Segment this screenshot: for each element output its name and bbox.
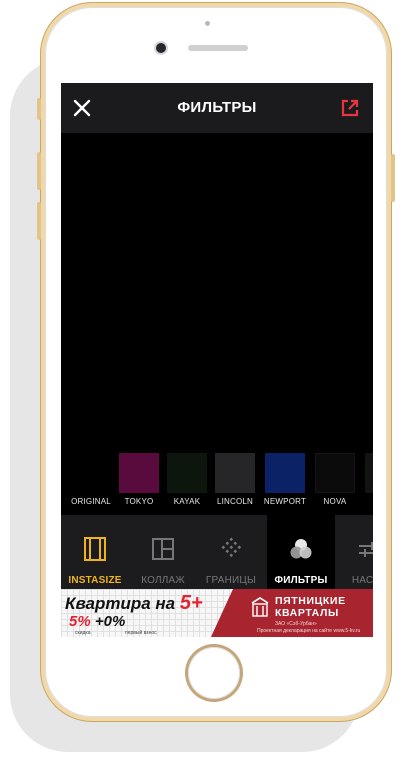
ad-headline-text: Квартира на (65, 594, 180, 613)
front-camera (156, 43, 166, 53)
tool-instasize[interactable]: INSTASIZE (61, 515, 129, 589)
ad-brand-line-2: КВАРТАЛЫ (275, 607, 339, 619)
filters-icon (290, 539, 312, 559)
filter-item-nova[interactable]: NOVA (313, 453, 357, 506)
ad-discount-caption: скидка (75, 630, 91, 636)
filter-swatch (71, 453, 111, 493)
ad-downpayment-caption: первый взнос (125, 630, 157, 636)
export-icon (341, 99, 359, 117)
ad-brand-line-1: ПЯТНИЦКИЕ (275, 595, 346, 607)
filter-label: TOKYO (124, 497, 154, 506)
earpiece-speaker (188, 45, 248, 51)
ad-banner[interactable]: Квартира на 5+ 5% +0% скидка первый взно… (61, 589, 373, 637)
filter-swatch (365, 453, 373, 493)
tool-label: КОЛЛАЖ (141, 575, 185, 586)
ad-downpayment: +0% (94, 613, 126, 630)
home-button[interactable] (188, 647, 240, 699)
ad-offer-panel: Квартира на 5+ 5% +0% скидка первый взно… (61, 589, 231, 637)
tool-filters[interactable]: ФИЛЬТРЫ (267, 515, 335, 589)
ad-declaration: Проектная декларация на сайте www.5-kv.r… (257, 628, 361, 634)
filter-item-original[interactable]: ORIGINAL (69, 453, 113, 506)
filter-label: ORIGINAL (71, 497, 111, 506)
tool-collage[interactable]: КОЛЛАЖ (129, 515, 197, 589)
page-title: ФИЛЬТРЫ (177, 99, 257, 116)
tool-label: ФИЛЬТРЫ (274, 575, 328, 586)
filter-item-kayak[interactable]: KAYAK (165, 453, 209, 506)
filter-item-lincoln[interactable]: LINCOLN (213, 453, 257, 506)
tool-adjust[interactable]: НАСТР (335, 515, 373, 589)
filter-swatch (315, 453, 355, 493)
building-logo-icon (251, 597, 269, 617)
frame-icon (84, 537, 106, 561)
borders-icon (221, 537, 242, 558)
ad-discount: 5% (69, 613, 91, 630)
filter-item-partial[interactable] (363, 453, 373, 493)
ad-company: ЗАО «Сэб-Урбан» (275, 621, 317, 627)
tool-bar: INSTASIZE КОЛЛАЖ ГРАНИЦЫ ФИЛЬТРЫ НАС (61, 515, 373, 589)
collage-icon (152, 538, 174, 560)
tool-borders[interactable]: ГРАНИЦЫ (197, 515, 265, 589)
tool-label: INSTASIZE (68, 575, 122, 586)
proximity-sensor (205, 21, 210, 26)
power-button (391, 154, 395, 202)
tool-label: ГРАНИЦЫ (205, 575, 257, 586)
filter-strip[interactable]: ORIGINAL TOKYO KAYAK LINCOLN NEWPORT NOV… (61, 453, 373, 513)
filter-label: NOVA (323, 497, 347, 506)
volume-down-button (37, 202, 41, 240)
filter-label: LINCOLN (216, 497, 254, 506)
filter-item-tokyo[interactable]: TOKYO (117, 453, 161, 506)
filter-swatch (167, 453, 207, 493)
mute-switch (37, 98, 41, 120)
top-bar: ФИЛЬТРЫ (61, 83, 373, 133)
filter-swatch (265, 453, 305, 493)
ad-brand-panel: ПЯТНИЦКИЕ КВАРТАЛЫ ЗАО «Сэб-Урбан» Проек… (211, 589, 373, 637)
filter-label: KAYAK (173, 497, 201, 506)
filter-label: NEWPORT (263, 497, 307, 506)
filter-item-newport[interactable]: NEWPORT (263, 453, 307, 506)
ad-headline: Квартира на 5+ (65, 592, 203, 615)
export-button[interactable] (339, 97, 361, 119)
tool-label: НАСТР (351, 575, 373, 586)
ad-headline-accent: 5+ (179, 592, 203, 614)
photo-canvas[interactable] (61, 133, 373, 453)
filter-swatch (119, 453, 159, 493)
volume-up-button (37, 152, 41, 190)
filter-swatch (215, 453, 255, 493)
adjust-icon (359, 542, 373, 557)
app-screen: ФИЛЬТРЫ ORIGINAL TOKYO KAYAK LINCOLN NEW… (61, 83, 373, 637)
ad-percent: 5% +0% (69, 613, 125, 630)
